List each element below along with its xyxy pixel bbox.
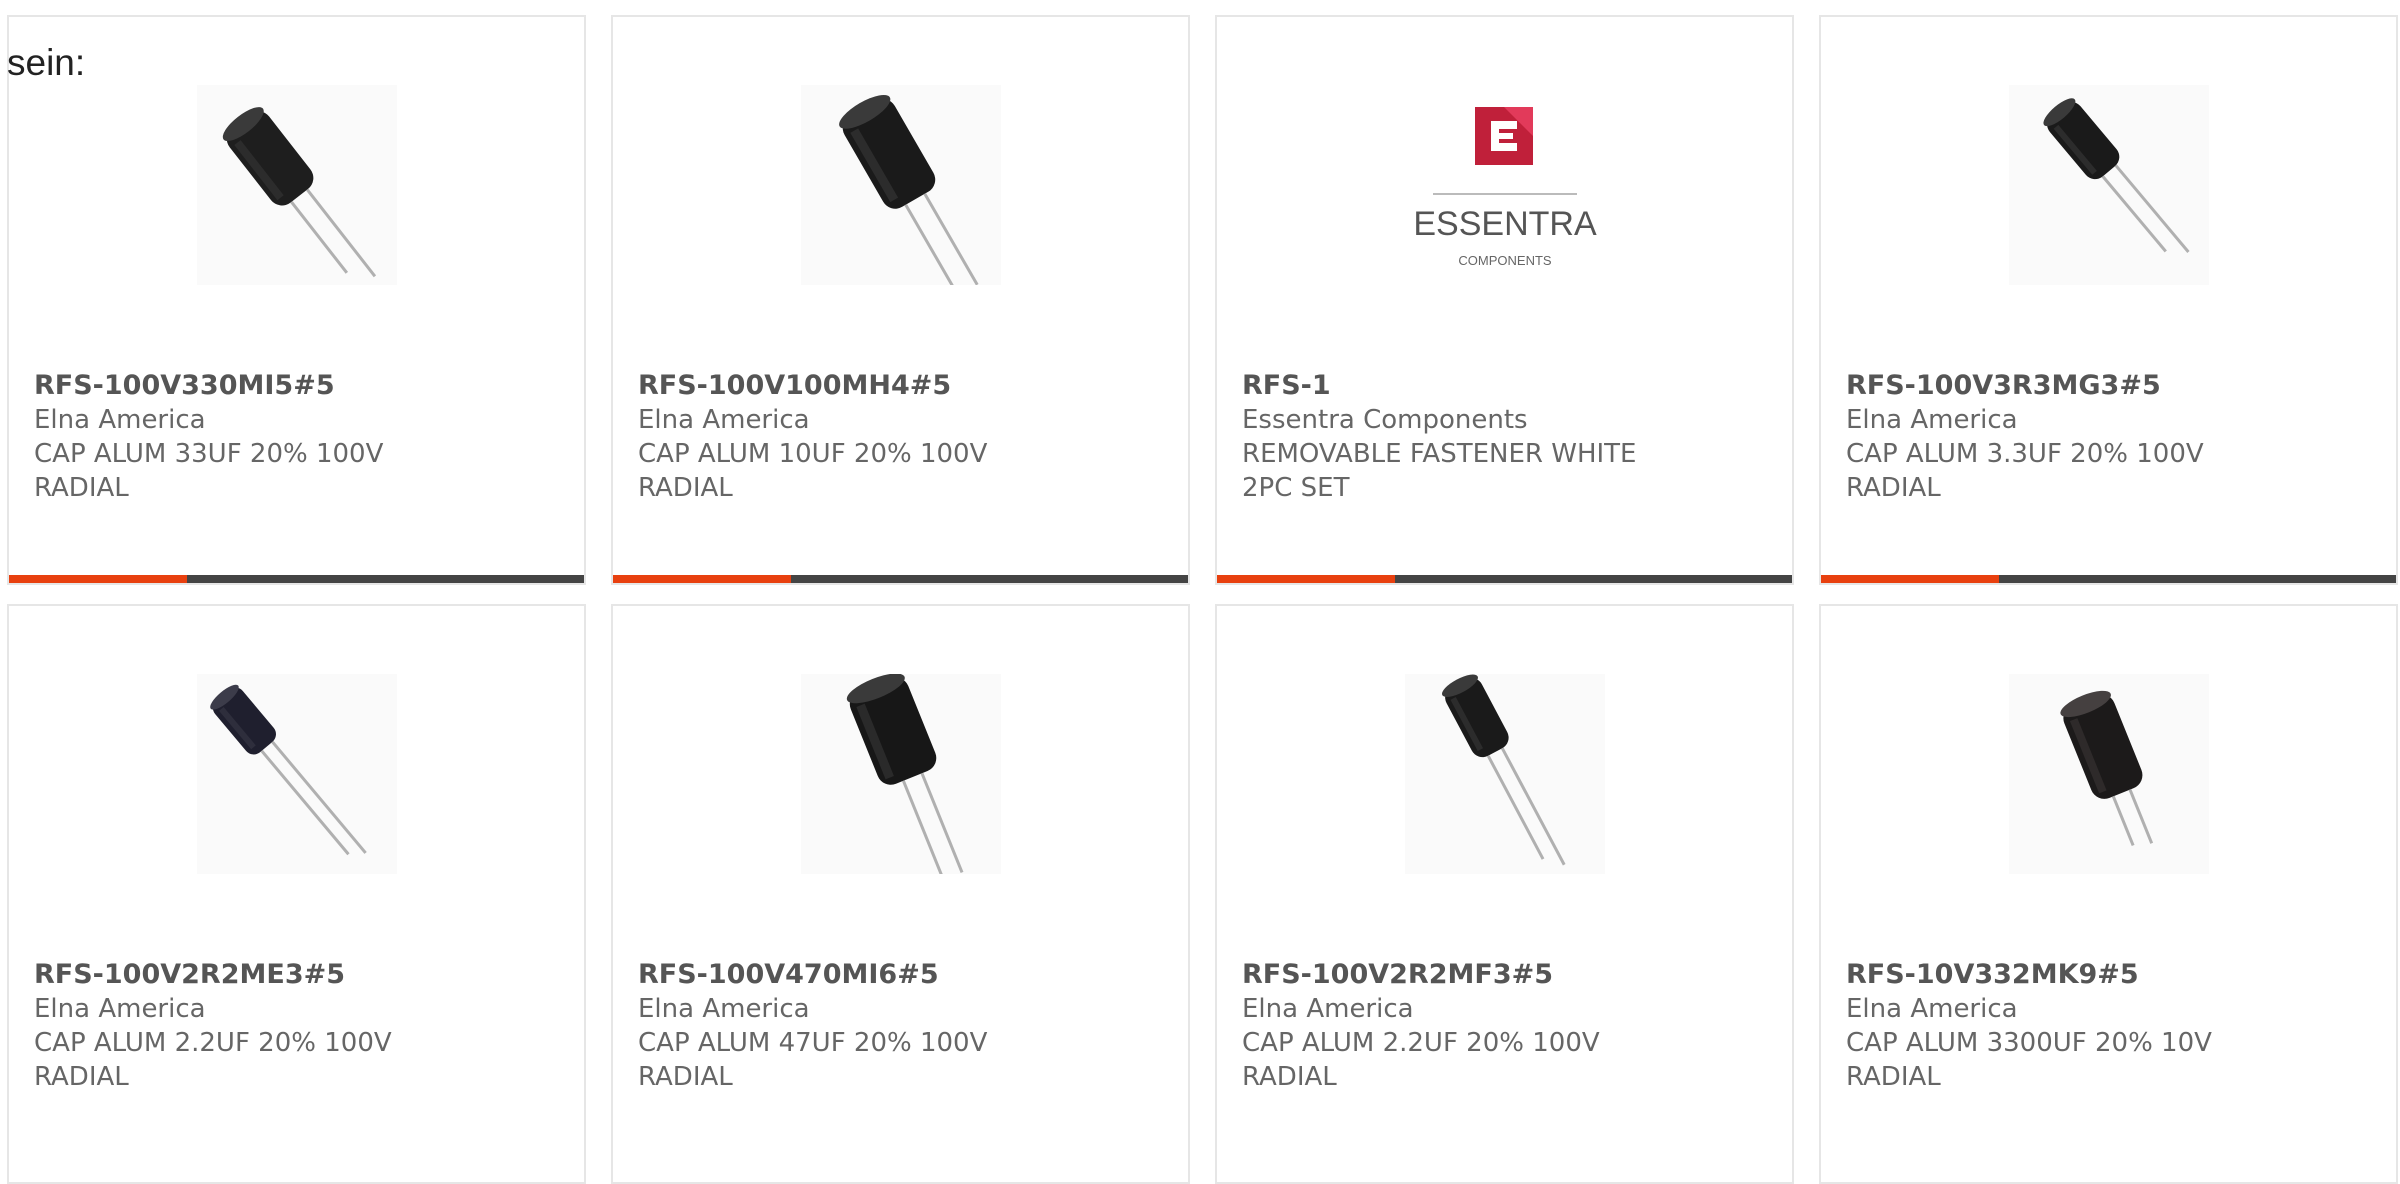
product-info: RFS-100V330MI5#5 Elna America CAP ALUM 3… [34, 369, 559, 505]
product-card[interactable]: RFS-100V330MI5#5 Elna America CAP ALUM 3… [7, 15, 586, 585]
manufacturer: Elna America [1242, 994, 1414, 1024]
product-info: RFS-100V2R2MF3#5 Elna America CAP ALUM 2… [1242, 958, 1767, 1094]
manufacturer: Elna America [638, 994, 810, 1024]
description: CAP ALUM 2.2UF 20% 100V RADIAL [1242, 1028, 1600, 1092]
product-card[interactable]: RFS-100V2R2MF3#5 Elna America CAP ALUM 2… [1215, 604, 1794, 1184]
capacitor-image[interactable] [1404, 674, 1605, 874]
description: CAP ALUM 2.2UF 20% 100V RADIAL [34, 1028, 392, 1092]
manufacturer: Essentra Components [1242, 405, 1528, 435]
description: CAP ALUM 3300UF 20% 10V RADIAL [1846, 1028, 2212, 1092]
progress-bar-fill [9, 575, 188, 583]
product-card[interactable]: RFS-100V100MH4#5 Elna America CAP ALUM 1… [611, 15, 1190, 585]
product-card[interactable]: ESSENTRA COMPONENTS RFS-1 Essentra Compon… [1215, 15, 1794, 585]
manufacturer: Elna America [34, 994, 206, 1024]
progress-bar [1217, 575, 1792, 583]
capacitor-image[interactable] [196, 674, 397, 874]
product-info: RFS-100V470MI6#5 Elna America CAP ALUM 4… [638, 958, 1163, 1094]
progress-bar [9, 575, 584, 583]
page-prefix-text: sein: [7, 42, 86, 83]
part-number-link[interactable]: RFS-100V2R2MF3#5 [1242, 958, 1767, 992]
description: CAP ALUM 33UF 20% 100V RADIAL [34, 439, 384, 503]
capacitor-image[interactable] [800, 674, 1001, 874]
part-number-link[interactable]: RFS-100V330MI5#5 [34, 369, 559, 403]
description: CAP ALUM 47UF 20% 100V RADIAL [638, 1028, 988, 1092]
part-number-link[interactable]: RFS-100V470MI6#5 [638, 958, 1163, 992]
progress-bar [613, 575, 1188, 583]
capacitor-image[interactable] [2008, 85, 2209, 285]
logo-text: ESSENTRA [1413, 205, 1597, 243]
part-number-link[interactable]: RFS-100V3R3MG3#5 [1846, 369, 2371, 403]
product-info: RFS-100V2R2ME3#5 Elna America CAP ALUM 2… [34, 958, 559, 1094]
manufacturer: Elna America [34, 405, 206, 435]
capacitor-image[interactable] [800, 85, 1001, 285]
logo-subtext: COMPONENTS [1458, 253, 1552, 268]
capacitor-image[interactable] [196, 85, 397, 285]
description: CAP ALUM 10UF 20% 100V RADIAL [638, 439, 988, 503]
product-card[interactable]: RFS-10V332MK9#5 Elna America CAP ALUM 33… [1819, 604, 2398, 1184]
description: REMOVABLE FASTENER WHITE 2PC SET [1242, 439, 1637, 503]
product-grid: RFS-100V330MI5#5 Elna America CAP ALUM 3… [0, 0, 2400, 1184]
capacitor-image[interactable] [2008, 674, 2209, 874]
progress-bar-fill [1217, 575, 1396, 583]
manufacturer: Elna America [1846, 994, 2018, 1024]
progress-bar [1821, 575, 2396, 583]
progress-bar-fill [1821, 575, 2000, 583]
product-card[interactable]: RFS-100V2R2ME3#5 Elna America CAP ALUM 2… [7, 604, 586, 1184]
essentra-logo[interactable]: ESSENTRA COMPONENTS [1404, 85, 1605, 285]
part-number-link[interactable]: RFS-1 [1242, 369, 1767, 403]
product-info: RFS-10V332MK9#5 Elna America CAP ALUM 33… [1846, 958, 2371, 1094]
product-card[interactable]: RFS-100V3R3MG3#5 Elna America CAP ALUM 3… [1819, 15, 2398, 585]
manufacturer: Elna America [1846, 405, 2018, 435]
product-info: RFS-1 Essentra Components REMOVABLE FAST… [1242, 369, 1767, 505]
part-number-link[interactable]: RFS-10V332MK9#5 [1846, 958, 2371, 992]
product-info: RFS-100V3R3MG3#5 Elna America CAP ALUM 3… [1846, 369, 2371, 505]
manufacturer: Elna America [638, 405, 810, 435]
progress-bar-fill [613, 575, 792, 583]
part-number-link[interactable]: RFS-100V2R2ME3#5 [34, 958, 559, 992]
description: CAP ALUM 3.3UF 20% 100V RADIAL [1846, 439, 2204, 503]
product-info: RFS-100V100MH4#5 Elna America CAP ALUM 1… [638, 369, 1163, 505]
part-number-link[interactable]: RFS-100V100MH4#5 [638, 369, 1163, 403]
product-card[interactable]: RFS-100V470MI6#5 Elna America CAP ALUM 4… [611, 604, 1190, 1184]
